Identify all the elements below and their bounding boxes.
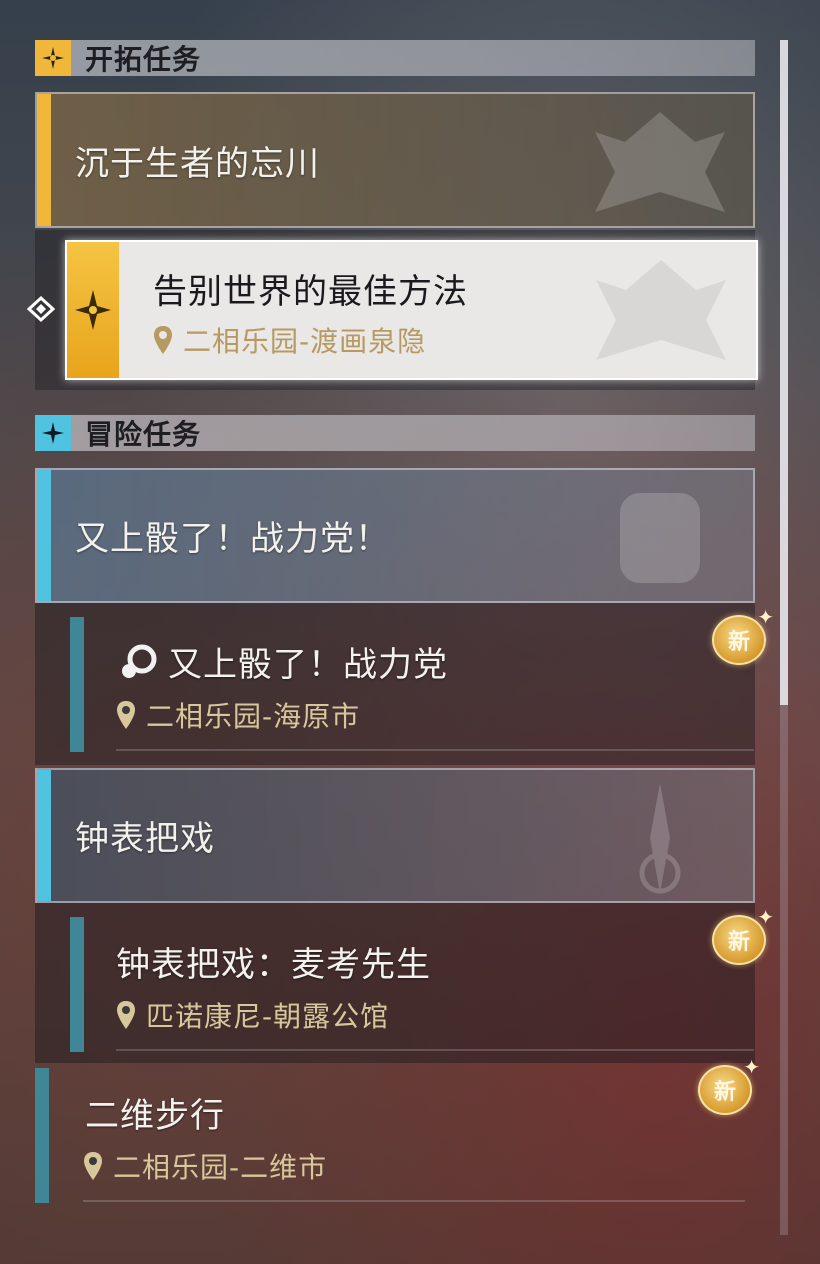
sparkle-icon: ✦ bbox=[743, 1055, 760, 1079]
sub-mission-title: 又上骰了！战力党 bbox=[168, 645, 448, 685]
location-pin-icon bbox=[84, 1152, 102, 1180]
selected-indicator-icon bbox=[26, 294, 56, 324]
sub-mission-title: 告别世界的最佳方法 bbox=[153, 272, 468, 312]
standalone-mission-item[interactable]: 二维步行 二相乐园-二维市 bbox=[35, 1068, 755, 1204]
location-pin-icon bbox=[154, 326, 172, 354]
sub-mission-location: 二相乐园-海原市 bbox=[116, 695, 360, 735]
location-text: 二相乐园-二维市 bbox=[113, 1151, 328, 1184]
faction-emblem-icon bbox=[596, 260, 726, 360]
mission-title: 又上骰了！战力党！ bbox=[75, 519, 390, 559]
adventure-mission-card[interactable]: 钟表把戏 bbox=[35, 768, 755, 903]
adventure-mission-card[interactable]: 又上骰了！战力党！ bbox=[35, 468, 755, 603]
sub-mission-location: 二相乐园-渡画泉隐 bbox=[153, 320, 426, 360]
sub-mission-bar bbox=[35, 1068, 49, 1203]
section-title: 开拓任务 bbox=[85, 43, 202, 76]
clock-emblem-icon bbox=[639, 783, 681, 894]
card-accent bbox=[37, 470, 51, 601]
trailblaze-section-header: 开拓任务 bbox=[35, 40, 755, 76]
sub-mission-bar bbox=[70, 917, 84, 1052]
scrollbar-thumb[interactable] bbox=[780, 40, 788, 705]
new-badge-label: 新 bbox=[727, 630, 750, 655]
divider bbox=[83, 1200, 745, 1202]
location-text: 匹诺康尼-朝露公馆 bbox=[146, 1000, 390, 1033]
mission-title: 钟表把戏 bbox=[75, 819, 215, 859]
adventure-section-header: 冒险任务 bbox=[35, 415, 755, 451]
trailblaze-mission-card[interactable]: 沉于生者的忘川 bbox=[35, 92, 755, 228]
mission-title: 二维步行 bbox=[85, 1096, 225, 1136]
location-pin-icon bbox=[117, 701, 135, 729]
divider bbox=[116, 1049, 754, 1051]
selected-sub-mission[interactable]: 告别世界的最佳方法 二相乐园-渡画泉隐 bbox=[65, 240, 758, 380]
adventure-star-icon bbox=[35, 415, 71, 451]
sub-mission-item[interactable]: 又上骰了！战力党 二相乐园-海原市 bbox=[70, 617, 755, 752]
sub-mission-title: 钟表把戏：麦考先生 bbox=[116, 945, 431, 985]
card-accent bbox=[37, 94, 51, 226]
faction-emblem-icon bbox=[595, 112, 725, 212]
sub-mission-item[interactable]: 钟表把戏：麦考先生 匹诺康尼-朝露公馆 bbox=[70, 917, 755, 1052]
mask-emblem-icon bbox=[620, 493, 700, 583]
new-badge-label: 新 bbox=[727, 930, 750, 955]
section-title: 冒险任务 bbox=[85, 418, 202, 451]
new-badge: 新 ✦ bbox=[698, 1055, 760, 1115]
location-pin-icon bbox=[117, 1001, 135, 1029]
sparkle-icon: ✦ bbox=[757, 605, 774, 629]
location-text: 二相乐园-海原市 bbox=[146, 700, 361, 733]
divider bbox=[116, 749, 754, 751]
trailblaze-emblem-icon bbox=[75, 290, 111, 330]
dice-event-icon bbox=[122, 644, 157, 678]
new-badge: 新 ✦ bbox=[712, 905, 774, 965]
sparkle-icon: ✦ bbox=[757, 905, 774, 929]
mission-location: 二相乐园-二维市 bbox=[83, 1146, 327, 1186]
card-accent bbox=[37, 770, 51, 901]
sub-mission-location: 匹诺康尼-朝露公馆 bbox=[116, 995, 389, 1035]
new-badge: 新 ✦ bbox=[712, 605, 774, 665]
location-text: 二相乐园-渡画泉隐 bbox=[183, 325, 427, 358]
trailblaze-star-icon bbox=[35, 40, 71, 76]
mission-title: 沉于生者的忘川 bbox=[75, 143, 320, 184]
sub-mission-bar bbox=[70, 617, 84, 752]
new-badge-label: 新 bbox=[713, 1080, 736, 1105]
selected-accent bbox=[67, 242, 119, 378]
